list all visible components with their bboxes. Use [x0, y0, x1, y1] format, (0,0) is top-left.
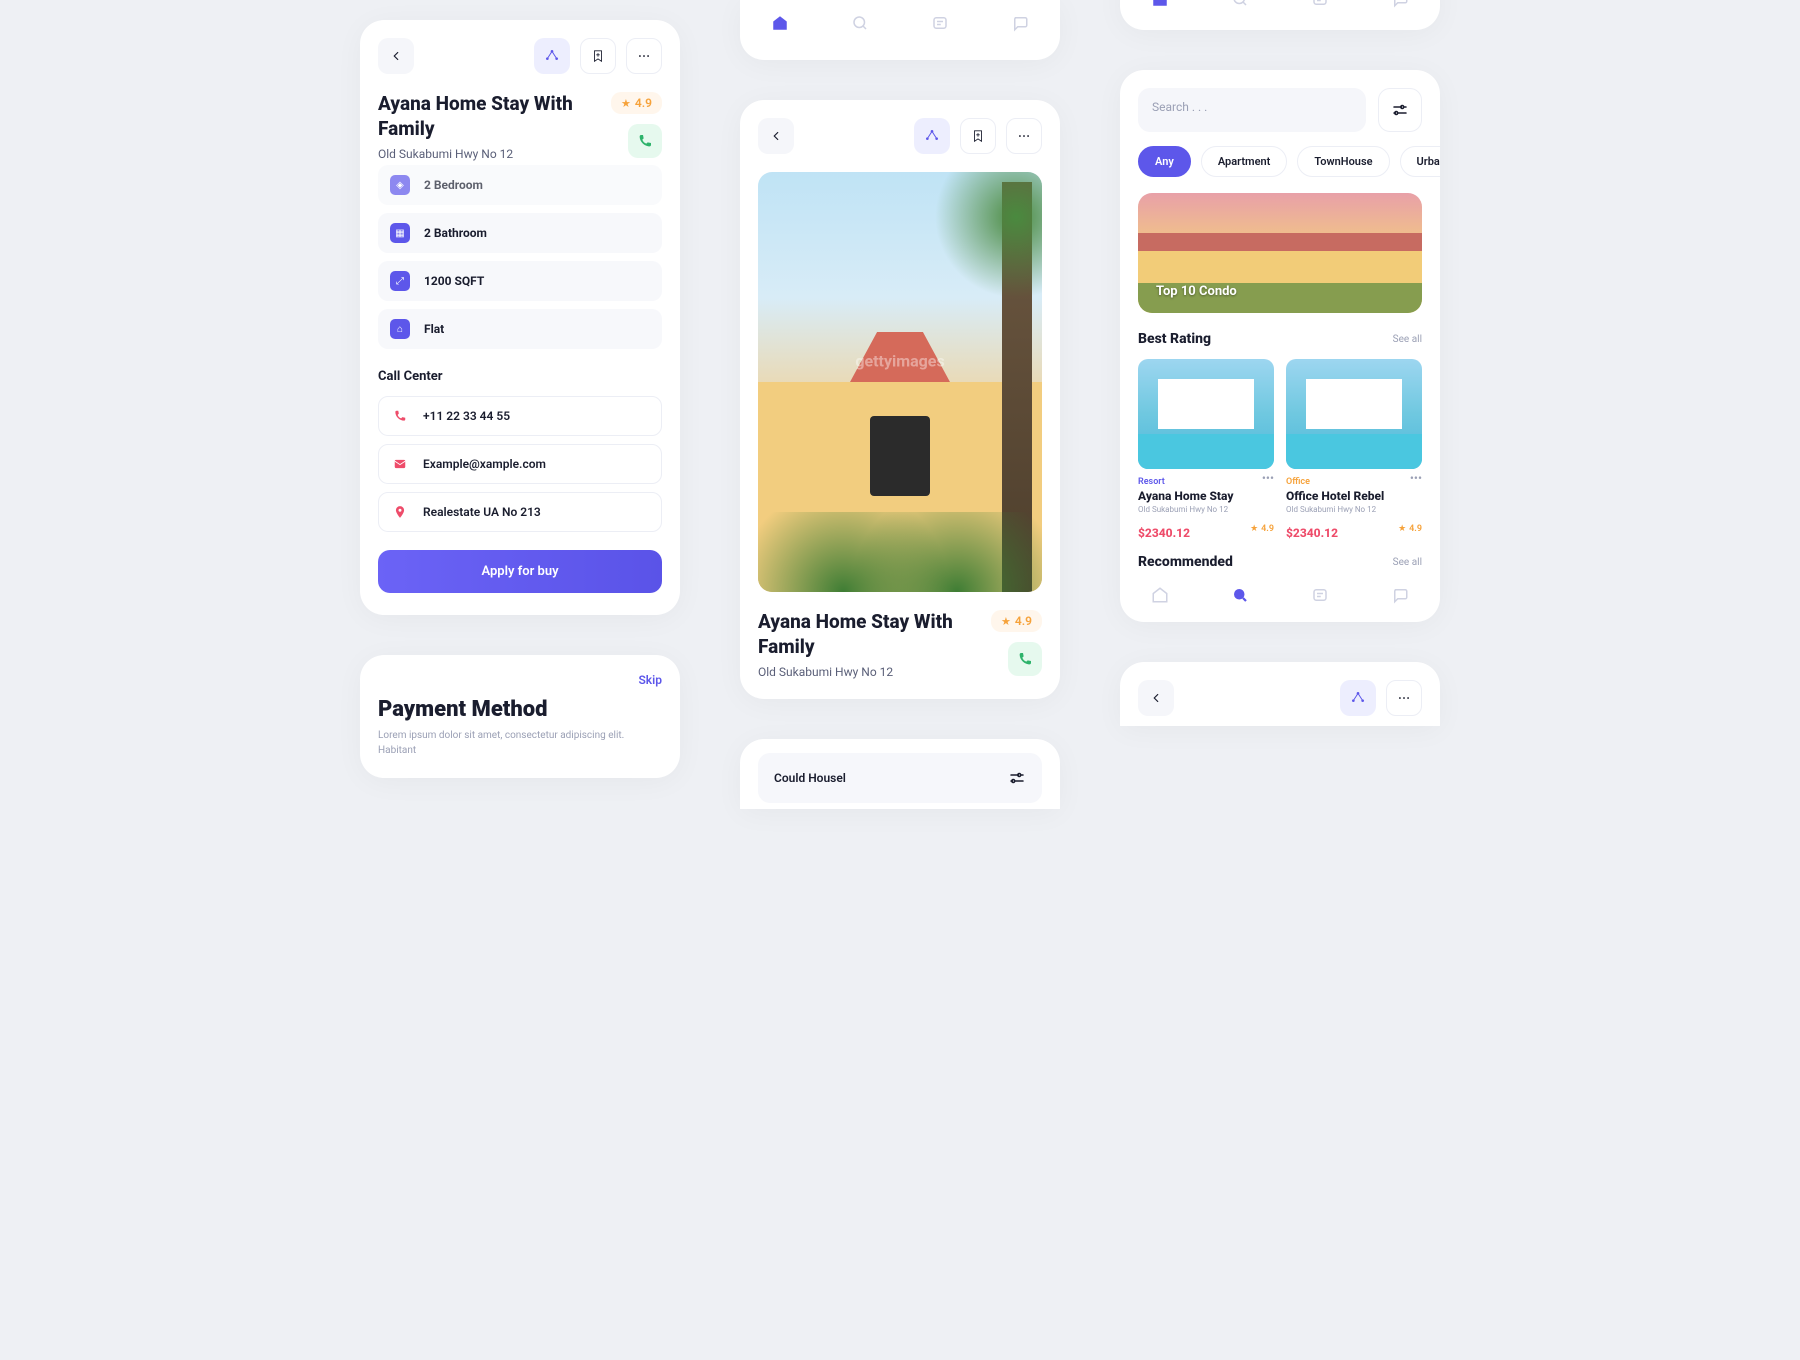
card-location: Old Sukabumi Hwy No 12	[1138, 505, 1274, 514]
back-button[interactable]	[1138, 680, 1174, 716]
skip-link[interactable]: Skip	[360, 655, 680, 687]
listing-card[interactable]: Resort ••• Ayana Home Stay Old Sukabumi H…	[1138, 359, 1274, 540]
search-input[interactable]: Search . . .	[1138, 88, 1366, 132]
detail-screen: Ayana Home Stay With Family Old Sukabumi…	[360, 20, 680, 615]
tabbar-top	[740, 0, 1060, 60]
could-screen: Could Housel	[740, 739, 1060, 809]
card-rating: ★4.9	[1398, 524, 1422, 534]
tab-search[interactable]	[1229, 0, 1251, 10]
tabbar-upper	[1120, 0, 1440, 30]
header-peek	[1120, 662, 1440, 726]
call-button[interactable]	[1008, 642, 1042, 676]
share-button[interactable]	[534, 38, 570, 74]
listing-address: Old Sukabumi Hwy No 12	[378, 147, 601, 161]
tab-home[interactable]	[1149, 584, 1171, 606]
rating-badge: ★ 4.9	[611, 92, 662, 114]
see-all-link[interactable]: See all	[1393, 557, 1422, 568]
tab-home[interactable]	[1149, 0, 1171, 10]
card-location: Old Sukabumi Hwy No 12	[1286, 505, 1422, 514]
chip-townhouse[interactable]: TownHouse	[1297, 146, 1389, 177]
payment-heading: Payment Method	[360, 687, 680, 722]
area-icon: ⤢	[390, 271, 410, 291]
best-rating-heading: Best Rating	[1138, 331, 1211, 347]
see-all-link[interactable]: See all	[1393, 334, 1422, 345]
watermark: gettyimages	[855, 352, 944, 371]
share-button[interactable]	[914, 118, 950, 154]
phone-icon	[391, 407, 409, 425]
share-button[interactable]	[1340, 680, 1376, 716]
chip-any[interactable]: Any	[1138, 146, 1191, 177]
star-icon: ★	[1001, 615, 1011, 628]
card-rating: ★4.9	[1250, 524, 1274, 534]
call-center-heading: Call Center	[378, 369, 662, 384]
listing-card[interactable]: Office ••• Office Hotel Rebel Old Sukabum…	[1286, 359, 1422, 540]
chip-urban[interactable]: Urban	[1400, 146, 1440, 177]
tab-list[interactable]	[1309, 584, 1331, 606]
listing-address: Old Sukabumi Hwy No 12	[758, 665, 981, 679]
filter-button[interactable]	[1378, 88, 1422, 132]
more-button[interactable]	[1386, 680, 1422, 716]
contact-email[interactable]: Example@xample.com	[378, 444, 662, 484]
card-image	[1138, 359, 1274, 469]
listing-title: Ayana Home Stay With Family	[378, 92, 601, 141]
hero-detail-screen: gettyimages Ayana Home Stay With Family …	[740, 100, 1060, 699]
card-name: Ayana Home Stay	[1138, 489, 1274, 503]
bookmark-button[interactable]	[960, 118, 996, 154]
card-price: $2340.12	[1138, 526, 1190, 540]
call-button[interactable]	[628, 124, 662, 158]
rating-badge: ★ 4.9	[991, 610, 1042, 632]
card-more[interactable]: •••	[1410, 471, 1422, 485]
tab-list[interactable]	[929, 12, 951, 34]
bath-icon: ▦	[390, 223, 410, 243]
card-tag: Office	[1286, 477, 1310, 487]
payment-screen: Skip Payment Method Lorem ipsum dolor si…	[360, 655, 680, 778]
slider-icon[interactable]	[1008, 769, 1026, 787]
bookmark-button[interactable]	[580, 38, 616, 74]
payment-desc: Lorem ipsum dolor sit amet, consectetur …	[360, 722, 680, 768]
tab-home[interactable]	[769, 12, 791, 34]
recommended-heading: Recommended	[1138, 554, 1233, 570]
banner-top10[interactable]: Top 10 Condo	[1138, 193, 1422, 313]
mail-icon	[391, 455, 409, 473]
tab-chat[interactable]	[1009, 12, 1031, 34]
home-icon: ⌂	[390, 319, 410, 339]
layers-icon: ◈	[390, 175, 410, 195]
back-button[interactable]	[758, 118, 794, 154]
card-name: Office Hotel Rebel	[1286, 489, 1422, 503]
spec-bathroom: ▦ 2 Bathroom	[378, 213, 662, 253]
tab-chat[interactable]	[1389, 584, 1411, 606]
tab-search[interactable]	[849, 12, 871, 34]
card-price: $2340.12	[1286, 526, 1338, 540]
hero-image: gettyimages	[758, 172, 1042, 592]
card-tag: Resort	[1138, 477, 1165, 487]
contact-phone[interactable]: +11 22 33 44 55	[378, 396, 662, 436]
spec-type: ⌂ Flat	[378, 309, 662, 349]
chip-apartment[interactable]: Apartment	[1201, 146, 1288, 177]
apply-button[interactable]: Apply for buy	[378, 550, 662, 593]
tab-search[interactable]	[1229, 584, 1251, 606]
tab-list[interactable]	[1309, 0, 1331, 10]
back-button[interactable]	[378, 38, 414, 74]
listing-title: Ayana Home Stay With Family	[758, 610, 981, 659]
star-icon: ★	[621, 97, 631, 110]
spec-bedroom: ◈ 2 Bedroom	[378, 165, 662, 205]
more-button[interactable]	[626, 38, 662, 74]
pin-icon	[391, 503, 409, 521]
spec-sqft: ⤢ 1200 SQFT	[378, 261, 662, 301]
discover-screen: Search . . . Any Apartment TownHouse Urb…	[1120, 70, 1440, 622]
card-image	[1286, 359, 1422, 469]
contact-address[interactable]: Realestate UA No 213	[378, 492, 662, 532]
more-button[interactable]	[1006, 118, 1042, 154]
card-more[interactable]: •••	[1262, 471, 1274, 485]
tab-chat[interactable]	[1389, 0, 1411, 10]
could-label: Could Housel	[774, 771, 846, 785]
